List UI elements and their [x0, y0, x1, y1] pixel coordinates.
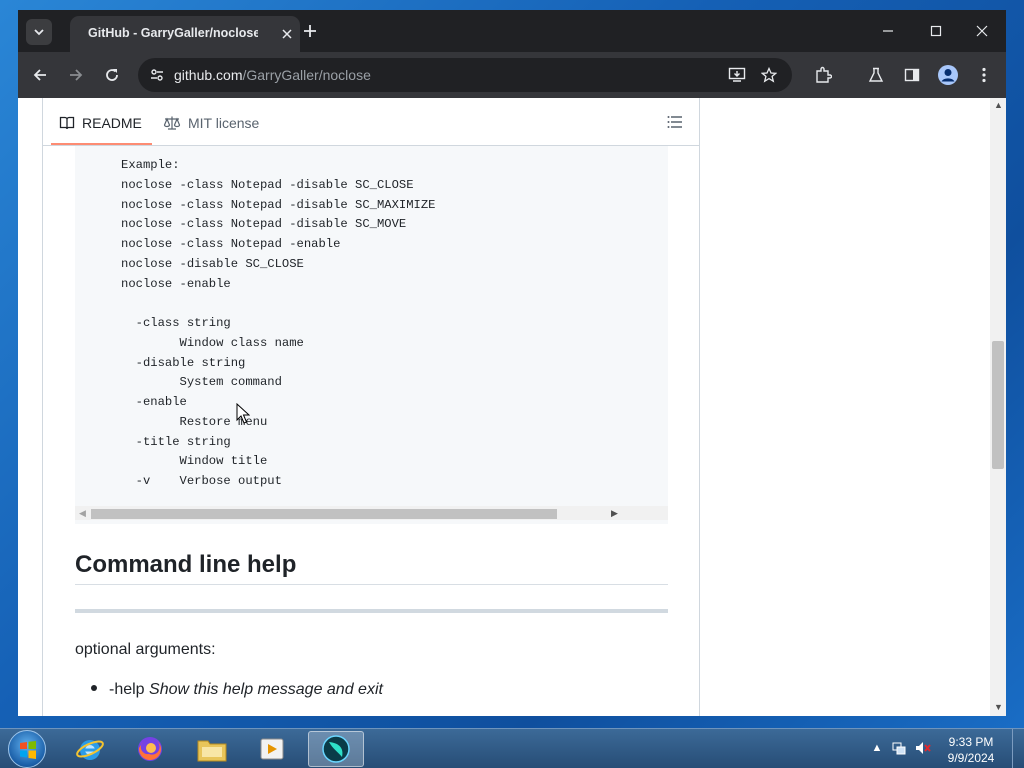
tab-strip: GitHub - GarryGaller/noclose: [18, 10, 1006, 52]
taskbar-clock[interactable]: 9:33 PM 9/9/2024 [936, 734, 1006, 766]
clock-date: 9/9/2024 [947, 751, 995, 765]
network-icon[interactable] [890, 739, 908, 757]
page-vertical-scrollbar[interactable]: ▲ ▼ [990, 98, 1006, 716]
code-horizontal-scrollbar[interactable]: ◀ ▶ [75, 506, 668, 520]
readme-panel: README MIT license Example: noclose -cla… [42, 98, 700, 716]
list-item-flag: -help [109, 681, 145, 698]
scroll-up-arrow-icon[interactable]: ▲ [994, 100, 1003, 110]
site-info-icon[interactable] [146, 64, 168, 86]
browser-toolbar: github.com/GarryGaller/noclose [18, 52, 1006, 98]
forward-button[interactable] [64, 63, 88, 87]
side-panel-icon [904, 68, 920, 82]
new-tab-button[interactable] [298, 19, 322, 43]
bullet-icon [91, 684, 97, 691]
readme-header: README MIT license [43, 98, 699, 146]
taskbar: ▲ 9:33 PM 9/9/2024 [0, 728, 1024, 768]
mouse-cursor-icon [236, 403, 250, 424]
side-panel-button[interactable] [900, 63, 924, 87]
minimize-icon [883, 30, 893, 32]
scroll-right-arrow-icon[interactable]: ▶ [611, 508, 618, 519]
minimize-button[interactable] [868, 18, 908, 44]
tab-license[interactable]: MIT license [163, 114, 259, 132]
windows-logo-icon [20, 741, 36, 759]
tab-license-label: MIT license [188, 115, 260, 131]
url-host: github.com [174, 67, 243, 83]
taskbar-active-app[interactable] [308, 731, 364, 767]
menu-button[interactable] [972, 63, 996, 87]
arrow-right-icon [70, 69, 83, 81]
close-window-button[interactable] [962, 18, 1002, 44]
maximize-icon [930, 25, 942, 37]
tab-readme-label: README [82, 115, 142, 131]
show-hidden-icons-icon[interactable]: ▲ [868, 739, 886, 757]
clock-time: 9:33 PM [948, 735, 994, 749]
tab-search-button[interactable] [26, 19, 52, 45]
close-icon [976, 25, 988, 37]
code-text: Example: noclose -class Notepad -disable… [121, 158, 436, 488]
chevron-down-icon [34, 29, 44, 36]
url-path: /GarryGaller/noclose [242, 67, 371, 83]
plus-icon [304, 25, 316, 37]
list-icon [667, 116, 682, 128]
flask-icon [868, 67, 884, 82]
folder-icon [197, 740, 227, 762]
firefox-icon [138, 737, 162, 761]
start-button[interactable] [8, 730, 46, 768]
url-text: github.com/GarryGaller/noclose [174, 67, 371, 83]
book-icon [59, 116, 75, 130]
scale-icon [163, 116, 181, 130]
tab-readme[interactable]: README [51, 114, 152, 145]
horizontal-rule [75, 609, 668, 613]
bookmark-star-icon[interactable] [758, 64, 780, 86]
internet-explorer-icon [76, 740, 104, 760]
browser-window: GitHub - GarryGaller/noclose: github.com… [18, 10, 1006, 716]
install-app-icon[interactable] [726, 64, 748, 86]
back-button[interactable] [28, 63, 52, 87]
code-block: Example: noclose -class Notepad -disable… [75, 146, 668, 524]
outline-button[interactable] [667, 114, 685, 132]
optional-arguments-label: optional arguments: [75, 641, 216, 658]
list-item: -help Show this help message and exit [91, 681, 383, 699]
reload-button[interactable] [100, 63, 124, 87]
scrollbar-thumb[interactable] [992, 341, 1004, 469]
app-icon [322, 735, 350, 763]
show-desktop-button[interactable] [1012, 729, 1024, 768]
taskbar-firefox[interactable] [122, 731, 178, 767]
scrollbar-thumb[interactable] [91, 509, 557, 519]
avatar-icon [938, 65, 958, 85]
address-bar[interactable]: github.com/GarryGaller/noclose [138, 58, 792, 92]
tab-github-noclose[interactable]: GitHub - GarryGaller/noclose: [70, 16, 300, 52]
heading-divider [75, 584, 668, 585]
tab-title: GitHub - GarryGaller/noclose: [88, 26, 258, 40]
taskbar-media-player[interactable] [244, 731, 300, 767]
close-icon [282, 29, 292, 39]
labs-button[interactable] [864, 63, 888, 87]
tab-close-button[interactable] [278, 25, 296, 43]
extensions-button[interactable] [811, 63, 835, 87]
maximize-button[interactable] [916, 18, 956, 44]
reload-icon [106, 69, 118, 81]
taskbar-internet-explorer[interactable] [62, 731, 118, 767]
volume-muted-icon[interactable] [914, 739, 932, 757]
scroll-down-arrow-icon[interactable]: ▼ [994, 702, 1003, 712]
puzzle-icon [816, 66, 832, 83]
page-viewport: README MIT license Example: noclose -cla… [18, 98, 1006, 716]
arrow-left-icon [33, 69, 46, 81]
media-player-icon [260, 738, 284, 760]
section-heading: Command line help [75, 551, 297, 578]
list-item-description: Show this help message and exit [149, 681, 383, 698]
taskbar-file-explorer[interactable] [184, 731, 240, 767]
kebab-menu-icon [982, 67, 986, 83]
profile-button[interactable] [936, 63, 960, 87]
scroll-left-arrow-icon[interactable]: ◀ [79, 508, 86, 519]
